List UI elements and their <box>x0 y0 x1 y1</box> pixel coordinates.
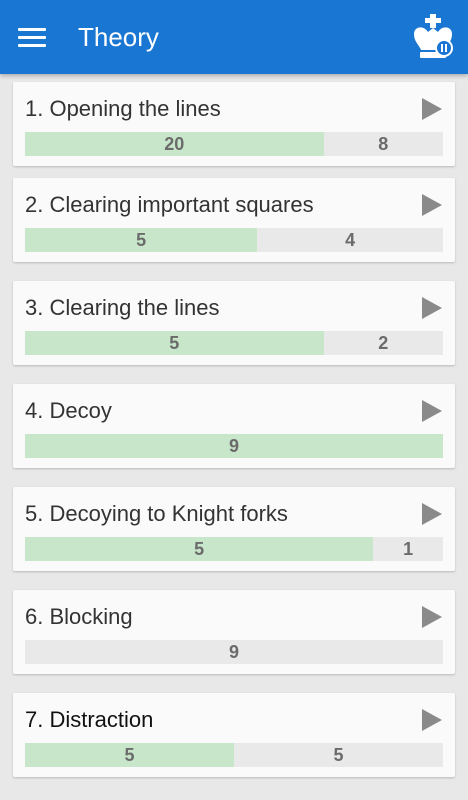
progress-bar: 9 <box>25 640 443 664</box>
lesson-title: 2. Clearing important squares <box>25 192 314 217</box>
lesson-card[interactable]: 1. Opening the lines 20 8 <box>13 82 455 166</box>
lesson-card[interactable]: 6. Blocking 9 <box>13 590 455 674</box>
lesson-title: 6. Blocking <box>25 604 133 629</box>
lesson-title: 4. Decoy <box>25 398 112 423</box>
progress-bar: 9 <box>25 434 443 458</box>
play-icon[interactable] <box>422 709 442 731</box>
lesson-card[interactable]: 2. Clearing important squares 5 4 <box>13 178 455 262</box>
hamburger-menu-icon[interactable] <box>18 22 54 52</box>
lesson-card[interactable]: 7. Distraction 5 5 <box>13 693 455 777</box>
lesson-title: 5. Decoying to Knight forks <box>25 501 288 526</box>
play-icon[interactable] <box>422 503 442 525</box>
lesson-title: 7. Distraction <box>25 707 154 732</box>
remaining-count: 5 <box>234 743 443 767</box>
remaining-count: 4 <box>257 228 443 252</box>
completed-count: 20 <box>25 132 324 156</box>
progress-bar: 51 <box>25 537 443 561</box>
progress-bar: 20 8 <box>25 132 443 156</box>
remaining-count: 9 <box>25 640 443 664</box>
lesson-title: 1. Opening the lines <box>25 96 221 121</box>
lesson-card[interactable]: 4. Decoy 9 <box>13 384 455 468</box>
page-title: Theory <box>78 22 159 52</box>
lesson-title: 3. Clearing the lines <box>25 295 220 320</box>
play-icon[interactable] <box>422 194 442 216</box>
completed-count: 5 <box>25 743 234 767</box>
completed-count: 9 <box>25 434 443 458</box>
play-icon[interactable] <box>422 297 442 319</box>
play-icon[interactable] <box>422 400 442 422</box>
completed-count: 5 <box>25 228 258 252</box>
progress-bar: 52 <box>25 331 443 355</box>
app-bar: Theory <box>0 0 468 74</box>
remaining-count: 1 <box>373 537 443 561</box>
lesson-card[interactable]: 5. Decoying to Knight forks 5 1 <box>13 487 455 571</box>
remaining-count: 8 <box>323 132 443 156</box>
completed-count: 5 <box>25 537 374 561</box>
completed-count: 5 <box>25 331 324 355</box>
lesson-card[interactable]: 3. Clearing the lines 5 2 <box>13 281 455 365</box>
progress-bar: 54 <box>25 228 443 252</box>
chess-king-logo-icon[interactable] <box>410 12 456 60</box>
remaining-count: 2 <box>323 331 443 355</box>
play-icon[interactable] <box>422 606 442 628</box>
progress-bar: 55 <box>25 743 443 767</box>
play-icon[interactable] <box>422 98 442 120</box>
